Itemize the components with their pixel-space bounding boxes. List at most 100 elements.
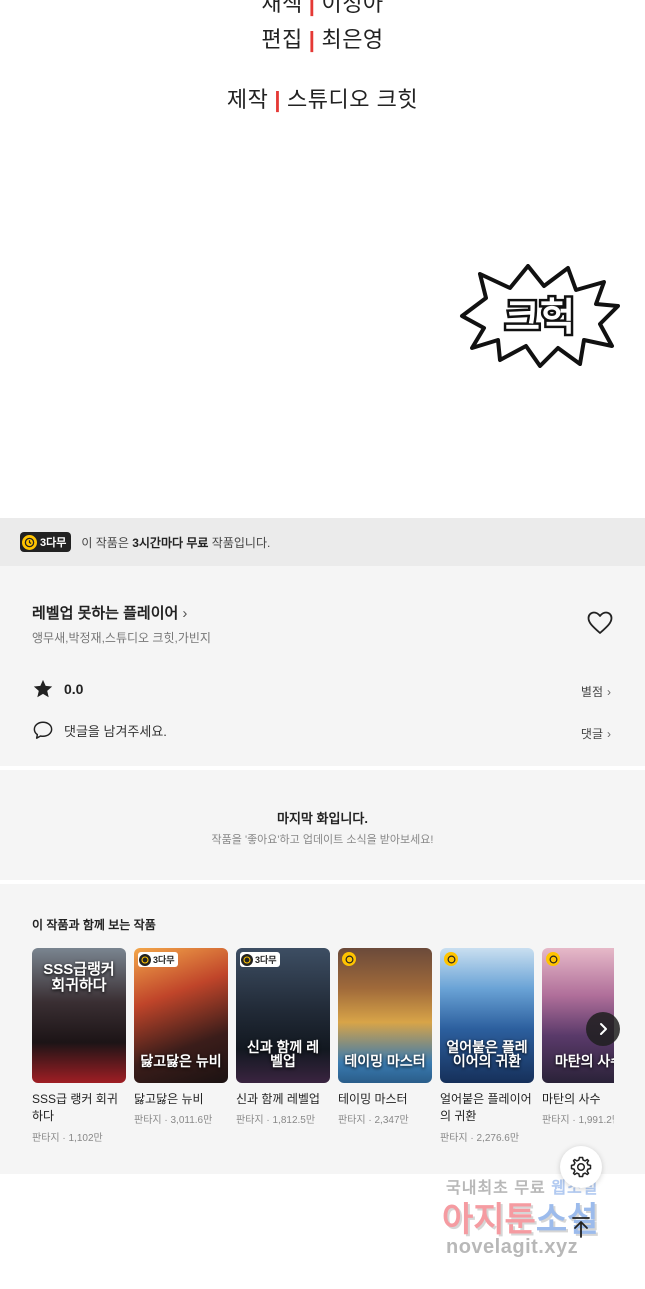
credit-role: 편집	[261, 27, 303, 52]
clock-icon	[444, 952, 458, 966]
last-episode-title: 마지막 화입니다.	[277, 811, 368, 826]
rec-title: 닳고닳은 뉴비	[134, 1092, 204, 1106]
wait-free-badge: 3다무	[138, 952, 178, 967]
rec-genre: 판타지	[338, 1115, 366, 1127]
scroll-top-button[interactable]	[566, 1212, 596, 1242]
rec-card[interactable]: 3다무 닳고닳은 뉴비 닳고닳은 뉴비 판타지 · 3,011.6만	[134, 948, 228, 1126]
rec-title: 얼어붙은 플레이어의 귀환	[440, 1092, 532, 1124]
scroll-top-icon	[572, 1217, 590, 1238]
rec-title: 신과 함께 레벨업	[236, 1092, 320, 1106]
rec-cover-text: SSS급랭커 회귀하다	[43, 961, 115, 994]
carousel-next-button[interactable]	[586, 1012, 620, 1046]
rec-cover-text: 닳고닳은 뉴비	[140, 1053, 222, 1070]
viewer-page: 채색 | 이정아 편집 | 최은영 제작 | 스튜디오 크힛 크헉 3다무 이 작품은 3시…	[0, 0, 645, 1289]
rec-genre: 판타지	[236, 1115, 264, 1127]
badge-label: 3다무	[153, 955, 175, 965]
chevron-right-icon: ›	[607, 685, 611, 699]
rec-thumbnail: 3다무 신과 함께 레벨업	[236, 948, 330, 1083]
clock-icon	[139, 953, 151, 966]
meta-separator: ·	[365, 1115, 375, 1127]
free-text-after: 작품입니다.	[208, 535, 271, 550]
rec-meta: 판타지 · 3,011.6만	[134, 1111, 228, 1126]
rec-meta: 판타지 · 2,347만	[338, 1111, 432, 1126]
credit-coloring: 채색 | 이정아	[0, 0, 645, 18]
rec-views: 2,276.6만	[476, 1132, 520, 1144]
clock-icon	[546, 952, 560, 966]
meta-separator: ·	[161, 1115, 171, 1127]
rec-views: 1,102만	[68, 1132, 103, 1144]
credit-production: 제작 | 스튜디오 크힛	[0, 82, 645, 114]
meta-separator: ·	[569, 1115, 579, 1127]
rec-title: SSS급 랭커 회귀하다	[32, 1092, 118, 1124]
sound-effect-burst: 크헉	[460, 264, 620, 368]
comment-link[interactable]: 댓글 ›	[581, 725, 611, 742]
rate-link-label: 별점	[580, 685, 603, 699]
meta-separator: ·	[59, 1132, 69, 1144]
meta-separator: ·	[263, 1115, 273, 1127]
star-icon	[33, 679, 53, 698]
comment-prompt: 댓글을 남겨주세요.	[64, 723, 167, 739]
work-info-card: 레벨업 못하는 플레이어 › 앵무새,박정재,스튜디오 크힛,가빈지 0.0 별점…	[0, 566, 645, 766]
clock-icon	[342, 952, 356, 966]
watermark-text: 아지툰	[442, 1201, 536, 1239]
rec-genre: 판타지	[542, 1115, 570, 1127]
rec-meta: 판타지 · 1,812.5만	[236, 1111, 330, 1126]
credit-separator: |	[308, 27, 316, 52]
rec-cover-text: 마탄의 사수	[554, 1053, 614, 1070]
rec-views: 3,011.6만	[170, 1115, 213, 1127]
credit-editing: 편집 | 최은영	[0, 22, 645, 54]
rec-meta: 판타지 · 1,102만	[32, 1129, 126, 1144]
credit-name: 최은영	[321, 27, 384, 52]
rec-cover-text: 테이밍 마스터	[344, 1053, 426, 1070]
comment-link-label: 댓글	[580, 727, 603, 741]
chevron-right-icon: ›	[607, 727, 611, 741]
clock-icon	[22, 534, 37, 550]
rec-views: 1,812.5만	[272, 1115, 316, 1127]
heart-icon[interactable]	[586, 610, 614, 636]
rec-meta: 판타지 · 2,276.6만	[440, 1129, 534, 1144]
wait-free-badge: 3다무	[240, 952, 280, 967]
recommendations-carousel[interactable]: SSS급랭커 회귀하다 SSS급 랭커 회귀하다 판타지 · 1,102만 3다…	[32, 948, 614, 1168]
rec-cover-text: 신과 함께 레벨업	[246, 1038, 320, 1070]
episode-credits: 채색 | 이정아 편집 | 최은영 제작 | 스튜디오 크힛 크헉	[0, 0, 645, 520]
rating-row: 0.0	[32, 678, 83, 700]
work-title: 레벨업 못하는 플레이어	[32, 605, 179, 622]
recommendations-section: 이 작품과 함께 보는 작품 SSS급랭커 회귀하다 SSS급 랭커 회귀하다 …	[0, 884, 645, 1174]
work-title-link[interactable]: 레벨업 못하는 플레이어 ›	[32, 602, 187, 623]
last-episode-subtitle: 작품을 '좋아요'하고 업데이트 소식을 받아보세요!	[211, 834, 434, 846]
free-notice-banner: 3다무 이 작품은 3시간마다 무료 작품입니다.	[0, 518, 645, 566]
rec-views: 1,991.2만	[578, 1115, 615, 1127]
chevron-right-icon: ›	[182, 605, 188, 622]
rate-link[interactable]: 별점 ›	[581, 683, 611, 700]
wait-free-badge: 3다무	[20, 532, 72, 552]
free-notice-text: 이 작품은 3시간마다 무료 작품입니다.	[81, 534, 270, 551]
watermark-line-3: novelagit.xyz	[446, 1236, 579, 1258]
work-authors: 앵무새,박정재,스튜디오 크힛,가빈지	[32, 631, 211, 645]
clock-icon	[241, 953, 253, 966]
badge-label: 3다무	[40, 537, 67, 549]
credit-name: 이정아	[321, 0, 384, 16]
rec-thumbnail: 얼어붙은 플레이어의 귀환	[440, 948, 534, 1083]
rec-cover-text: 얼어붙은 플레이어의 귀환	[446, 1038, 528, 1070]
chevron-right-icon	[600, 1023, 607, 1035]
free-text-before: 이 작품은	[81, 535, 133, 550]
rec-card[interactable]: 테이밍 마스터 테이밍 마스터 판타지 · 2,347만	[338, 948, 432, 1126]
rating-value: 0.0	[64, 681, 84, 697]
comment-row[interactable]: 댓글을 남겨주세요.	[32, 720, 167, 740]
settings-button[interactable]	[560, 1146, 602, 1188]
credit-role: 제작	[226, 87, 269, 112]
rec-views: 2,347만	[374, 1115, 409, 1127]
sound-effect-text: 크헉	[505, 295, 575, 339]
rec-thumbnail: SSS급랭커 회귀하다	[32, 948, 126, 1083]
rec-thumbnail: 3다무 닳고닳은 뉴비	[134, 948, 228, 1083]
site-watermark: 국내최초 무료 웹소설 아지툰소설 novelagit.xyz	[440, 1174, 640, 1270]
credit-separator: |	[308, 0, 316, 16]
rec-card[interactable]: 얼어붙은 플레이어의 귀환 얼어붙은 플레이어의 귀환 판타지 · 2,276.…	[440, 948, 534, 1144]
rec-card[interactable]: 3다무 신과 함께 레벨업 신과 함께 레벨업 판타지 · 1,812.5만	[236, 948, 330, 1126]
badge-label: 3다무	[255, 955, 277, 965]
rec-genre: 판타지	[134, 1115, 162, 1127]
recommendations-heading: 이 작품과 함께 보는 작품	[32, 918, 156, 932]
rec-title: 마탄의 사수	[542, 1092, 601, 1106]
rec-genre: 판타지	[32, 1132, 60, 1144]
rec-card[interactable]: SSS급랭커 회귀하다 SSS급 랭커 회귀하다 판타지 · 1,102만	[32, 948, 126, 1144]
